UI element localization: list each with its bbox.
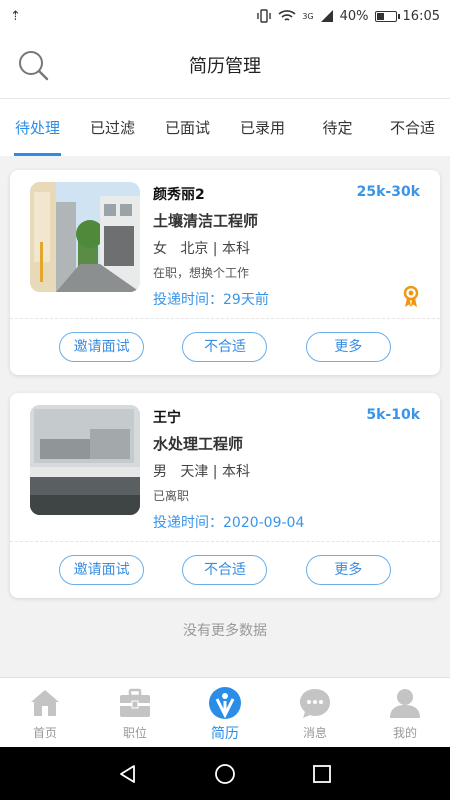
unsuitable-button[interactable]: 不合适 bbox=[182, 332, 268, 362]
employment-status: 在职，想换个工作 bbox=[153, 266, 250, 280]
unsuitable-button[interactable]: 不合适 bbox=[182, 555, 268, 585]
job-position: 土壤清洁工程师 bbox=[153, 212, 259, 230]
delivery-time: 投递时间：2020-09-04 bbox=[153, 515, 305, 531]
resume-card[interactable]: 颜秀丽2 25k-30k 土壤清洁工程师 女 北京 | 本科 在职，想换个工作 … bbox=[10, 170, 440, 375]
page-title: 简历管理 bbox=[189, 56, 261, 77]
battery-level bbox=[376, 12, 384, 20]
home-button-icon[interactable] bbox=[213, 762, 237, 786]
tab-hired[interactable]: 已录用 bbox=[225, 99, 300, 156]
resume-icon bbox=[209, 687, 241, 719]
resume-card[interactable]: 王宁 5k-10k 水处理工程师 男 天津 | 本科 已离职 投递时间：2020… bbox=[10, 393, 440, 598]
tab-filtered[interactable]: 已过滤 bbox=[75, 99, 150, 156]
tab-pending[interactable]: 待处理 bbox=[0, 99, 75, 156]
tabbar-messages[interactable]: 消息 bbox=[270, 678, 360, 747]
signal-icon bbox=[320, 10, 333, 22]
tabbar-profile[interactable]: 我的 bbox=[360, 678, 450, 747]
system-nav-bar bbox=[0, 747, 450, 800]
tabbar-label: 我的 bbox=[392, 726, 417, 740]
briefcase-icon bbox=[120, 688, 150, 717]
tab-unsuitable[interactable]: 不合适 bbox=[375, 99, 450, 156]
app-header: 简历管理 bbox=[0, 32, 450, 98]
tab-undecided[interactable]: 待定 bbox=[300, 99, 375, 156]
status-tabs: 待处理 已过滤 已面试 已录用 待定 不合适 bbox=[0, 98, 450, 156]
tab-interviewed[interactable]: 已面试 bbox=[150, 99, 225, 156]
expected-salary: 25k-30k bbox=[356, 184, 420, 200]
tabbar-jobs[interactable]: 职位 bbox=[90, 678, 180, 747]
tabbar-resume[interactable]: 简历 bbox=[180, 678, 270, 747]
gender: 女 bbox=[153, 241, 167, 257]
tabbar-label: 职位 bbox=[122, 726, 147, 740]
resume-list: 颜秀丽2 25k-30k 土壤清洁工程师 女 北京 | 本科 在职，想换个工作 … bbox=[10, 170, 440, 616]
battery-percent: 40% bbox=[339, 8, 369, 24]
candidate-meta: 女 北京 | 本科 bbox=[153, 238, 250, 258]
battery-icon bbox=[374, 10, 400, 22]
employment-status: 已离职 bbox=[153, 489, 190, 503]
home-icon bbox=[31, 690, 59, 716]
tabbar-label: 消息 bbox=[302, 726, 327, 740]
expected-salary: 5k-10k bbox=[366, 407, 420, 423]
candidate-name: 颜秀丽2 bbox=[153, 187, 205, 203]
candidate-meta: 男 天津 | 本科 bbox=[153, 461, 250, 481]
network-type: 3G bbox=[302, 11, 314, 21]
delivery-time: 投递时间：29天前 bbox=[153, 292, 269, 308]
gender: 男 bbox=[153, 464, 167, 480]
wifi-icon bbox=[278, 10, 296, 21]
candidate-name: 王宁 bbox=[153, 410, 181, 426]
status-right: 3G 40% 16:05 bbox=[256, 9, 440, 24]
more-button[interactable]: 更多 bbox=[305, 332, 391, 362]
usb-icon: ⇡ bbox=[10, 8, 21, 24]
vibrate-icon bbox=[257, 9, 272, 23]
card-info[interactable]: 颜秀丽2 25k-30k 土壤清洁工程师 女 北京 | 本科 在职，想换个工作 … bbox=[10, 170, 440, 319]
candidate-photo bbox=[30, 405, 140, 515]
more-button[interactable]: 更多 bbox=[305, 555, 391, 585]
tabbar-label: 首页 bbox=[32, 726, 57, 740]
message-icon bbox=[300, 689, 330, 718]
profile-icon bbox=[390, 689, 420, 718]
job-position: 水处理工程师 bbox=[153, 435, 244, 453]
card-info[interactable]: 王宁 5k-10k 水处理工程师 男 天津 | 本科 已离职 投递时间：2020… bbox=[10, 393, 440, 542]
recents-icon[interactable] bbox=[310, 762, 334, 786]
card-actions: 邀请面试 不合适 更多 bbox=[10, 542, 440, 598]
invite-interview-button[interactable]: 邀请面试 bbox=[59, 332, 145, 362]
invite-interview-button[interactable]: 邀请面试 bbox=[59, 555, 145, 585]
bottom-tab-bar: 首页 职位 简历 消息 我的 bbox=[0, 677, 450, 747]
tabbar-label: 简历 bbox=[211, 726, 239, 742]
city-education: 北京 | 本科 bbox=[180, 241, 250, 257]
award-badge-icon bbox=[403, 286, 419, 307]
candidate-photo bbox=[30, 182, 140, 292]
back-icon[interactable] bbox=[116, 762, 140, 786]
no-more-data: 没有更多数据 bbox=[183, 623, 267, 639]
status-bar: ⇡ 3G 40% 16:05 bbox=[0, 0, 450, 32]
search-icon[interactable] bbox=[16, 48, 50, 82]
city-education: 天津 | 本科 bbox=[180, 464, 250, 480]
clock: 16:05 bbox=[402, 8, 440, 24]
card-actions: 邀请面试 不合适 更多 bbox=[10, 319, 440, 375]
tabbar-home[interactable]: 首页 bbox=[0, 678, 90, 747]
